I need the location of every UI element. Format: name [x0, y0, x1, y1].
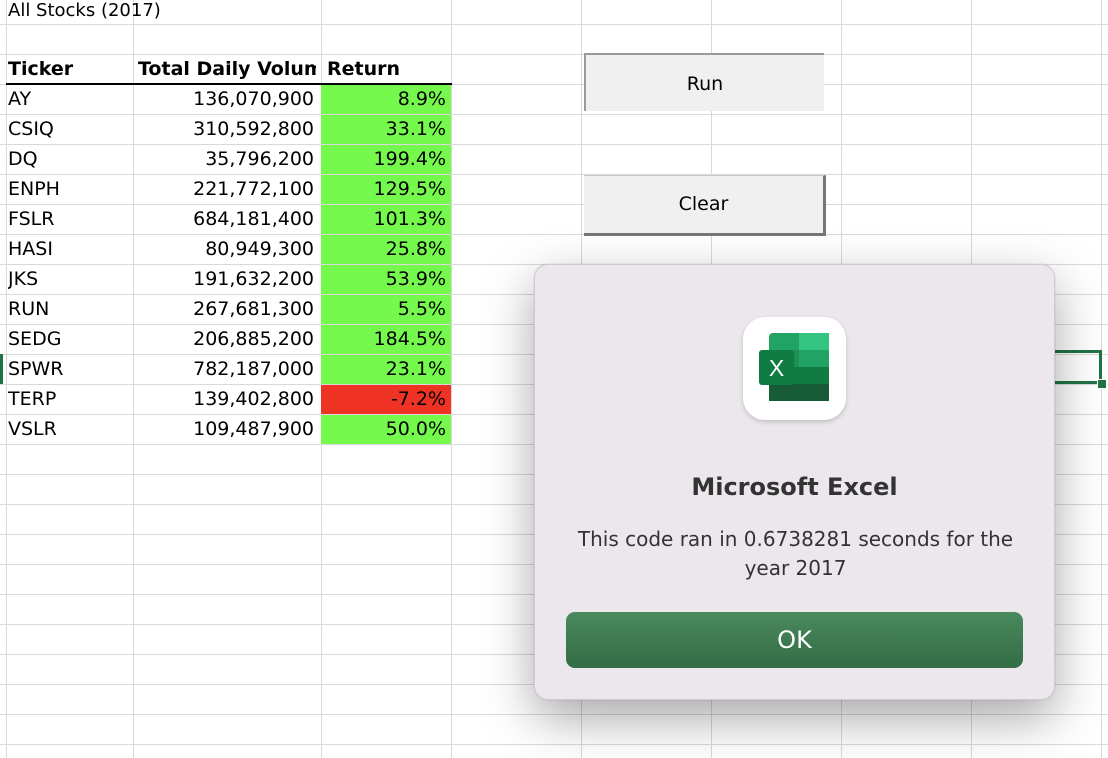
volume-cell[interactable]: 782,187,000 [132, 354, 316, 384]
microsoft-excel-icon: X [743, 317, 846, 420]
fill-handle[interactable] [1097, 379, 1107, 389]
active-row-indicator [0, 354, 3, 384]
selected-cell[interactable] [1054, 350, 1102, 384]
return-cell[interactable]: 25.8% [321, 235, 451, 264]
header-return[interactable]: Return [321, 54, 451, 84]
ticker-cell[interactable]: CSIQ [8, 114, 128, 144]
ticker-cell[interactable]: ENPH [8, 174, 128, 204]
volume-cell[interactable]: 221,772,100 [132, 174, 316, 204]
dialog-title: Microsoft Excel [691, 473, 898, 501]
ticker-cell[interactable]: DQ [8, 144, 128, 174]
return-cell[interactable]: 50.0% [321, 415, 451, 444]
return-cell[interactable]: 184.5% [321, 325, 451, 354]
header-total-daily-volume[interactable]: Total Daily Volume [132, 54, 316, 84]
ticker-cell[interactable]: AY [8, 84, 128, 114]
volume-cell[interactable]: 191,632,200 [132, 264, 316, 294]
volume-cell[interactable]: 109,487,900 [132, 414, 316, 444]
ticker-cell[interactable]: HASI [8, 234, 128, 264]
ticker-cell[interactable]: TERP [8, 384, 128, 414]
volume-cell[interactable]: 139,402,800 [132, 384, 316, 414]
alert-dialog: X Microsoft Excel This code ran in 0.673… [534, 264, 1055, 700]
excel-logo-letter: X [769, 355, 784, 381]
dialog-message: This code ran in 0.6738281 seconds for t… [577, 527, 1014, 580]
return-cell[interactable]: 8.9% [321, 85, 451, 114]
volume-cell[interactable]: 267,681,300 [132, 294, 316, 324]
return-cell[interactable]: 23.1% [321, 355, 451, 384]
header-ticker[interactable]: Ticker [8, 54, 128, 84]
return-cell[interactable]: 129.5% [321, 175, 451, 204]
clear-button[interactable]: Clear [584, 175, 826, 236]
ticker-cell[interactable]: VSLR [8, 414, 128, 444]
ticker-cell[interactable]: FSLR [8, 204, 128, 234]
volume-cell[interactable]: 35,796,200 [132, 144, 316, 174]
return-cell[interactable]: 101.3% [321, 205, 451, 234]
return-cell[interactable]: 33.1% [321, 115, 451, 144]
return-cell[interactable]: 5.5% [321, 295, 451, 324]
ticker-cell[interactable]: JKS [8, 264, 128, 294]
run-button[interactable]: Run [584, 53, 824, 111]
ok-button[interactable]: OK [566, 612, 1023, 668]
return-cell[interactable]: 199.4% [321, 145, 451, 174]
return-cell[interactable]: -7.2% [321, 385, 451, 414]
volume-cell[interactable]: 80,949,300 [132, 234, 316, 264]
return-cell[interactable]: 53.9% [321, 265, 451, 294]
ticker-cell[interactable]: SEDG [8, 324, 128, 354]
volume-cell[interactable]: 310,592,800 [132, 114, 316, 144]
volume-cell[interactable]: 206,885,200 [132, 324, 316, 354]
volume-cell[interactable]: 136,070,900 [132, 84, 316, 114]
sheet-title-cell[interactable]: All Stocks (2017) [8, 0, 161, 26]
ticker-cell[interactable]: SPWR [8, 354, 128, 384]
excel-logo-graphic: X [759, 333, 829, 401]
ticker-cell[interactable]: RUN [8, 294, 128, 324]
volume-cell[interactable]: 684,181,400 [132, 204, 316, 234]
